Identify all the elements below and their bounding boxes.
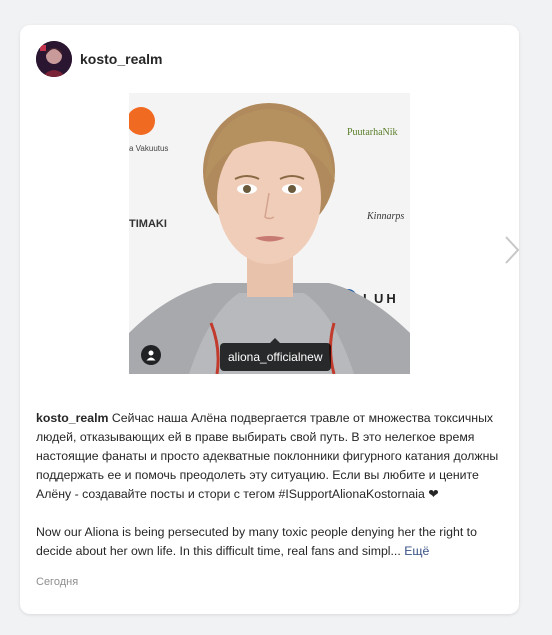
caption-username[interactable]: kosto_realm: [36, 411, 108, 425]
post-caption: kosto_realm Сейчас наша Алёна подвергает…: [36, 409, 506, 561]
next-button[interactable]: [501, 236, 523, 264]
backdrop-brand-left: a Vakuutus: [129, 144, 168, 153]
caption-en-paragraph: Now our Aliona is being persecuted by ma…: [36, 523, 506, 561]
avatar[interactable]: [36, 41, 72, 77]
photo-user-tag[interactable]: aliona_officialnew: [220, 338, 331, 371]
post-photo[interactable]: a Vakuutus PuutarhaNik TIMAKI Kinnarps L…: [129, 93, 410, 374]
user-tag-toggle[interactable]: [141, 345, 161, 365]
post-date: Сегодня: [36, 576, 79, 588]
post-header: kosto_realm: [36, 41, 162, 77]
backdrop-brand-mid-left: TIMAKI: [129, 218, 167, 230]
chevron-right-icon: [505, 236, 520, 264]
person-icon: [146, 350, 156, 361]
post-username[interactable]: kosto_realm: [80, 51, 162, 67]
backdrop-brand-mid-right: Kinnarps: [366, 211, 404, 222]
backdrop-brand-right-top: PuutarhaNik: [347, 127, 398, 138]
caption-ru-paragraph: kosto_realm Сейчас наша Алёна подвергает…: [36, 409, 506, 504]
more-link[interactable]: Ещё: [404, 544, 429, 558]
post-card: kosto_realm a Vakuutus PuutarhaNik TIMAK…: [20, 25, 519, 614]
